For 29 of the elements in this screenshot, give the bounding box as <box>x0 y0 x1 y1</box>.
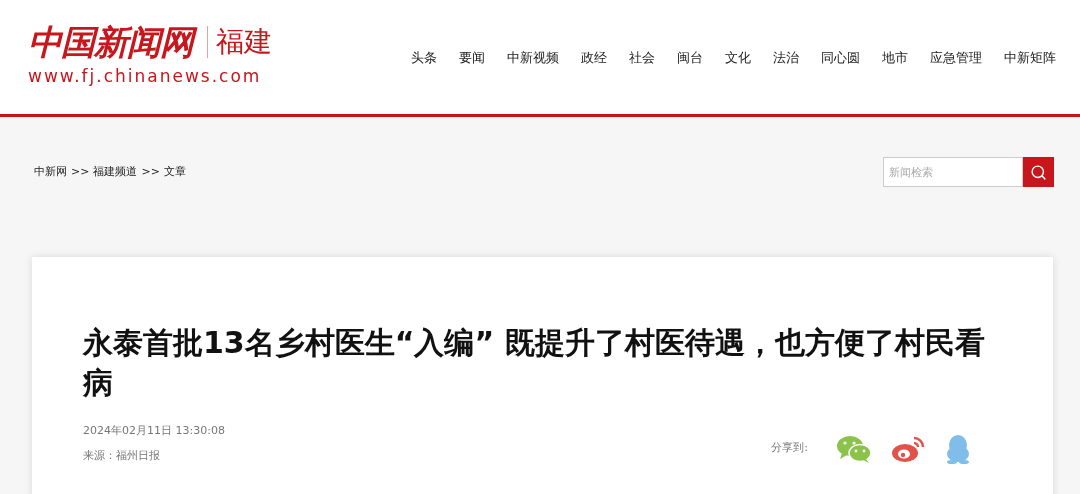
breadcrumb-link[interactable]: 福建频道 <box>93 163 138 181</box>
article-title: 永泰首批13名乡村医生“入编” 既提升了村医待遇，也方便了村民看病 <box>83 324 986 402</box>
nav-link[interactable]: 要闻 <box>459 48 485 68</box>
publish-date: 2024年02月11日 13:30:08 <box>83 423 225 439</box>
region-title: 福建 <box>216 24 272 60</box>
article-source: 来源：福州日报 <box>83 447 161 464</box>
breadcrumb-link[interactable]: 文章 <box>163 163 186 181</box>
nav-link[interactable]: 社会 <box>629 48 655 68</box>
nav-link[interactable]: 中新矩阵 <box>1004 48 1056 68</box>
search-button[interactable] <box>1023 157 1054 187</box>
nav-link[interactable]: 头条 <box>411 48 437 68</box>
nav-link[interactable]: 法治 <box>773 48 799 68</box>
nav-link[interactable]: 闽台 <box>677 48 703 68</box>
search-icon <box>1030 163 1047 181</box>
breadcrumb-link[interactable]: 中新网 <box>34 163 67 181</box>
breadcrumb-separator: >> <box>71 163 90 180</box>
share-label: 分享到: <box>771 440 808 457</box>
chat-bubbles-icon[interactable] <box>836 433 872 464</box>
nav-link[interactable]: 中新视频 <box>507 48 559 68</box>
penguin-icon[interactable] <box>944 433 972 464</box>
site-logo[interactable]: 中国新闻网 <box>28 22 199 62</box>
nav-link[interactable]: 同心圆 <box>821 48 860 68</box>
search-field[interactable]: 新闻检索 <box>883 157 1023 187</box>
nav-link[interactable]: 文化 <box>725 48 751 68</box>
nav-link[interactable]: 政经 <box>581 48 607 68</box>
site-url: www.fj.chinanews.com <box>28 65 263 88</box>
breadcrumb-separator: >> <box>141 163 160 180</box>
nav-link[interactable]: 应急管理 <box>930 48 982 68</box>
nav-link[interactable]: 地市 <box>882 48 908 68</box>
